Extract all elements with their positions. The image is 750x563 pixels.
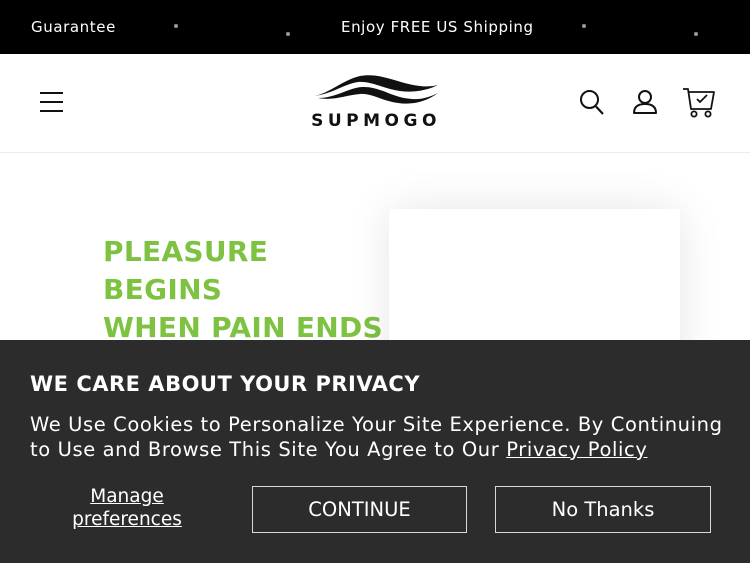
headline-line: BEGINS <box>103 273 223 306</box>
announcement-shipping: Enjoy FREE US Shipping <box>341 18 534 36</box>
cart-icon <box>683 88 715 118</box>
menu-button[interactable] <box>39 91 64 113</box>
user-icon <box>633 90 657 114</box>
privacy-policy-link[interactable]: Privacy Policy <box>506 438 647 461</box>
announcement-guarantee: Guarantee <box>31 18 116 36</box>
hero-section: PLEASURE BEGINS WHEN PAIN ENDS <box>0 154 750 409</box>
logo-text: SUPMOGO <box>311 111 441 131</box>
hamburger-icon <box>40 92 63 112</box>
hero-headline: PLEASURE BEGINS WHEN PAIN ENDS <box>103 233 383 347</box>
cookie-title: WE CARE ABOUT YOUR PRIVACY <box>30 372 421 396</box>
marquee-dot <box>174 24 178 28</box>
search-button[interactable] <box>579 89 605 117</box>
marquee-dot <box>694 32 698 36</box>
no-thanks-button[interactable]: No Thanks <box>495 486 711 533</box>
search-icon <box>580 90 604 115</box>
marquee-dot <box>582 24 586 28</box>
cookie-banner: WE CARE ABOUT YOUR PRIVACY We Use Cookie… <box>0 340 750 563</box>
headline-line: PLEASURE <box>103 235 269 268</box>
account-button[interactable] <box>632 89 658 115</box>
logo-wave-icon <box>314 75 438 104</box>
cookie-body: We Use Cookies to Personalize Your Site … <box>30 412 730 462</box>
announcement-bar: Guarantee Enjoy FREE US Shipping <box>0 0 750 54</box>
marquee-dot <box>286 32 290 36</box>
cart-button[interactable] <box>681 86 717 120</box>
manage-preferences-link[interactable]: Manage preferences <box>60 485 194 531</box>
site-header: SUPMOGO <box>0 54 750 153</box>
site-logo[interactable]: SUPMOGO <box>288 74 464 134</box>
continue-button[interactable]: CONTINUE <box>252 486 467 533</box>
